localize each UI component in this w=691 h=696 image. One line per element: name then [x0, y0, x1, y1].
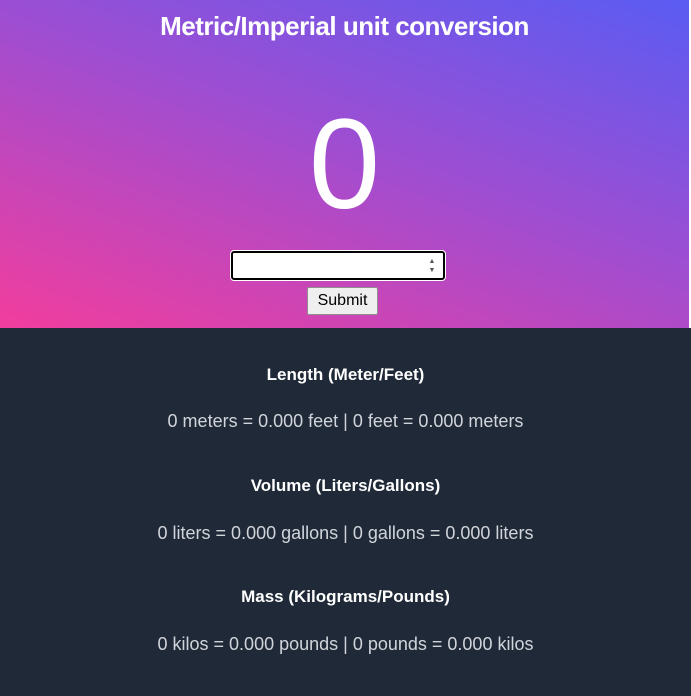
length-conversion-text: 0 meters = 0.000 feet | 0 feet = 0.000 m…: [167, 411, 524, 431]
conversion-results: Length (Meter/Feet) 0 meters = 0.000 fee…: [0, 328, 691, 696]
conversion-page: Metric/Imperial unit conversion 0 ▲ ▼ Su…: [0, 0, 691, 696]
mass-conversion-text: 0 kilos = 0.000 pounds | 0 pounds = 0.00…: [157, 634, 534, 654]
converter-hero: Metric/Imperial unit conversion 0 ▲ ▼ Su…: [0, 0, 689, 328]
triangle-up-icon[interactable]: ▲: [429, 258, 436, 265]
number-stepper[interactable]: ▲ ▼: [427, 258, 437, 274]
number-input-wrapper: ▲ ▼: [230, 250, 446, 281]
number-input[interactable]: [230, 250, 446, 281]
page-title: Metric/Imperial unit conversion: [160, 11, 529, 41]
length-heading: Length (Meter/Feet): [266, 365, 425, 384]
triangle-down-icon[interactable]: ▼: [429, 267, 436, 274]
current-value-display: 0: [308, 93, 381, 236]
volume-conversion-text: 0 liters = 0.000 gallons | 0 gallons = 0…: [157, 523, 534, 543]
submit-button[interactable]: Submit: [307, 287, 378, 315]
mass-heading: Mass (Kilograms/Pounds): [241, 587, 450, 606]
volume-heading: Volume (Liters/Gallons): [250, 476, 441, 495]
